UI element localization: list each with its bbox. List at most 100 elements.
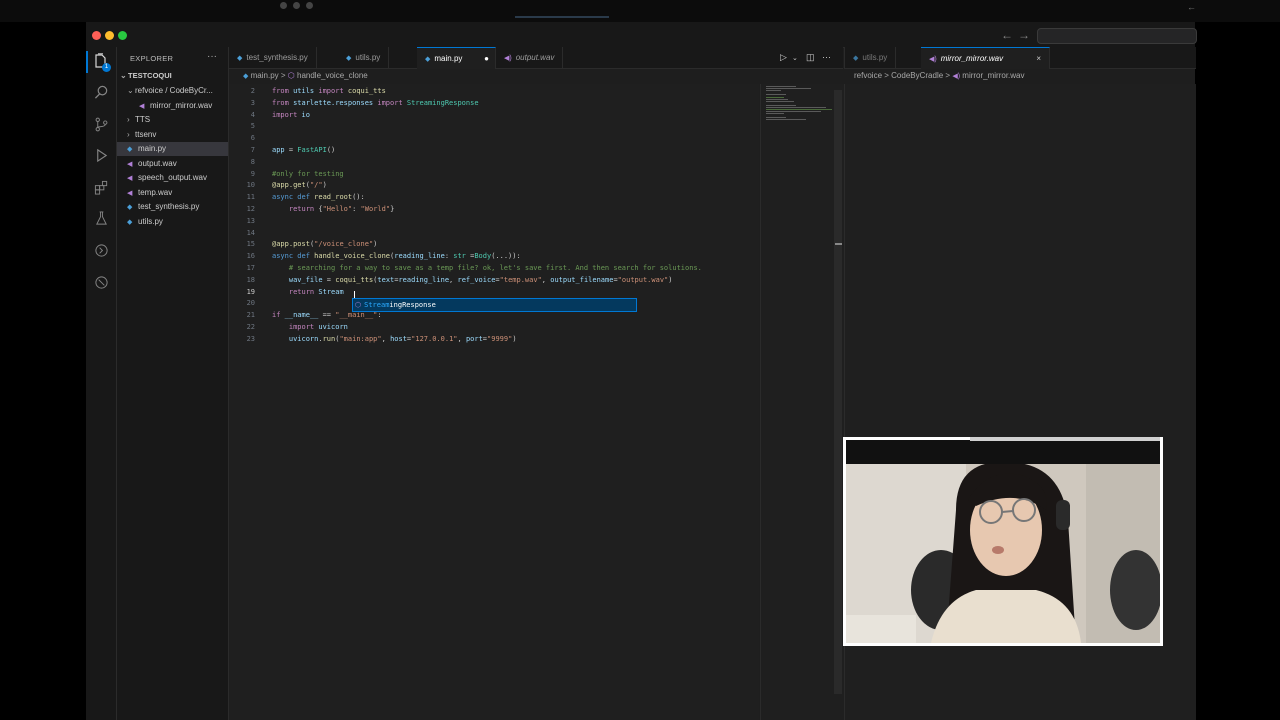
minimap-content — [766, 86, 836, 120]
line-number: 10 — [246, 181, 255, 190]
breadcrumb-symbol[interactable]: handle_voice_clone — [297, 71, 368, 80]
close-window-button[interactable] — [92, 31, 101, 40]
explorer-item[interactable]: ◆ test_synthesis.py — [117, 200, 228, 214]
autocomplete-suggestion[interactable]: ⬡ StreamingResponse — [352, 298, 637, 312]
window-dot — [306, 2, 313, 9]
explorer-item-label: mirror_mirror.wav — [150, 100, 213, 110]
explorer-item[interactable]: ◀ output.wav — [117, 157, 228, 171]
minimize-window-button[interactable] — [105, 31, 114, 40]
python-file-icon: ◆ — [127, 204, 133, 211]
audio-file-icon: ◀) — [504, 55, 512, 62]
explorer-item-label: temp.wav — [138, 187, 173, 197]
testing-icon[interactable] — [92, 211, 110, 229]
split-editor-icon[interactable]: ◫ — [806, 52, 815, 63]
close-tab-icon[interactable]: × — [1036, 48, 1041, 69]
python-file-icon: ◆ — [243, 73, 249, 80]
tab-mirror-mirror[interactable]: ◀) mirror_mirror.wav × — [921, 47, 1050, 69]
line-number: 19 — [246, 287, 255, 296]
chevron-down-icon: ⌄ — [127, 86, 134, 95]
editor-scrollbar[interactable] — [834, 90, 842, 694]
line-number: 9 — [250, 169, 255, 178]
explorer-item-label: speech_output.wav — [138, 173, 207, 182]
line-number: 11 — [246, 193, 255, 202]
tab-main[interactable]: ◆ main.py ● — [417, 47, 496, 69]
code-line: wav_file = coqui_tts(text=reading_line, … — [288, 275, 673, 284]
tab-utils-right[interactable]: ◆ utils.py — [845, 47, 897, 68]
code-line: from starlette.responses import Streamin… — [272, 98, 479, 107]
tab-utils[interactable]: ◆ utils.py — [338, 47, 390, 68]
scrollbar-marker — [835, 243, 842, 245]
unsaved-dot-icon[interactable]: ● — [484, 48, 489, 69]
webcam-edge-artifact — [970, 437, 1160, 441]
explorer-item-label: output.wav — [138, 158, 177, 168]
line-number: 20 — [246, 299, 255, 308]
more-actions-icon[interactable]: ··· — [207, 51, 217, 62]
search-icon[interactable] — [92, 85, 110, 103]
explorer-item[interactable]: › ttsenv — [117, 128, 228, 142]
explorer-item-label: ttsenv — [135, 129, 157, 139]
maximize-window-button[interactable] — [118, 31, 127, 40]
run-debug-icon[interactable] — [92, 148, 110, 166]
webcam-header-bar — [846, 440, 1160, 464]
explorer-item[interactable]: ◆ utils.py — [117, 215, 228, 229]
function-symbol-icon: ⬡ — [287, 71, 295, 80]
audio-file-icon: ◀ — [139, 102, 145, 110]
code-line: return Stream — [288, 287, 344, 296]
audio-file-icon: ◀) — [929, 56, 937, 63]
explorer-item[interactable]: ◀ speech_output.wav — [117, 171, 228, 185]
source-control-icon[interactable] — [92, 117, 110, 135]
code-line: import uvicorn — [288, 323, 348, 331]
line-number: 12 — [246, 205, 255, 213]
line-number: 17 — [246, 264, 255, 272]
line-number: 21 — [246, 311, 255, 320]
tab-test-synthesis[interactable]: ◆ test_synthesis.py — [229, 47, 317, 68]
run-file-icon[interactable]: ▷ — [780, 52, 787, 63]
explorer-item-label: refvoice / CodeByCr... — [135, 86, 213, 95]
line-number: 5 — [250, 122, 255, 131]
extensions-icon[interactable] — [92, 180, 110, 198]
explorer-item[interactable]: › TTS — [117, 113, 228, 127]
run-dropdown-icon[interactable]: ⌄ — [792, 54, 798, 62]
audio-file-icon: ◀) — [952, 73, 961, 80]
audio-file-icon: ◀ — [127, 189, 133, 197]
line-number: 15 — [246, 240, 255, 249]
explorer-item[interactable]: ◆ main.py — [117, 142, 228, 156]
workspace-root[interactable]: ⌄TESTCOQUI — [117, 69, 231, 83]
code-line: from utils import coqui_tts — [272, 87, 386, 95]
nav-back-icon[interactable]: ← — [1001, 28, 1013, 42]
tab-indicator — [515, 16, 609, 18]
back-arrow-icon[interactable]: ← — [1187, 2, 1196, 12]
code-line: import io — [272, 110, 310, 119]
python-file-icon: ◆ — [127, 146, 133, 153]
audio-file-icon: ◀ — [127, 160, 133, 168]
active-indicator — [86, 51, 88, 73]
workspace-root-label: TESTCOQUI — [128, 71, 172, 80]
breadcrumb-file[interactable]: main.py — [251, 71, 279, 80]
minimap[interactable] — [760, 84, 844, 720]
explorer-item-label: test_synthesis.py — [138, 202, 200, 211]
explorer-item[interactable]: ◀ mirror_mirror.wav — [117, 99, 228, 113]
explorer-item[interactable]: ◀ temp.wav — [117, 186, 228, 200]
code-line: @app.get("/") — [272, 181, 327, 190]
explorer-item-label: TTS — [135, 115, 151, 124]
nav-forward-icon[interactable]: → — [1018, 28, 1030, 42]
code-line: app = FastAPI() — [272, 146, 336, 154]
code-line: @app.post("/voice_clone") — [272, 240, 378, 249]
line-number: 16 — [246, 252, 255, 261]
remote-explorer-icon[interactable] — [92, 243, 110, 261]
line-number: 14 — [246, 228, 255, 237]
explorer-item[interactable]: ⌄refvoice / CodeByCr... — [117, 84, 228, 98]
os-top-bar: ← — [0, 0, 1280, 22]
line-number: 3 — [250, 98, 255, 107]
class-symbol-icon: ⬡ — [355, 301, 362, 309]
code-line: #only for testing — [272, 169, 344, 178]
tab-output-wav[interactable]: ◀) output.wav — [496, 47, 564, 68]
line-number: 4 — [250, 110, 255, 119]
command-center[interactable] — [1037, 28, 1197, 44]
code-line: uvicorn.run("main:app", host="127.0.0.1"… — [288, 334, 517, 343]
breadcrumb: ◆ main.py > ⬡ handle_voice_clone — [243, 71, 368, 80]
more-editor-actions-icon[interactable]: ··· — [822, 52, 831, 62]
webcam-video — [846, 440, 1160, 643]
code-line: async def handle_voice_clone(reading_lin… — [272, 252, 521, 261]
docker-icon[interactable] — [92, 275, 110, 293]
